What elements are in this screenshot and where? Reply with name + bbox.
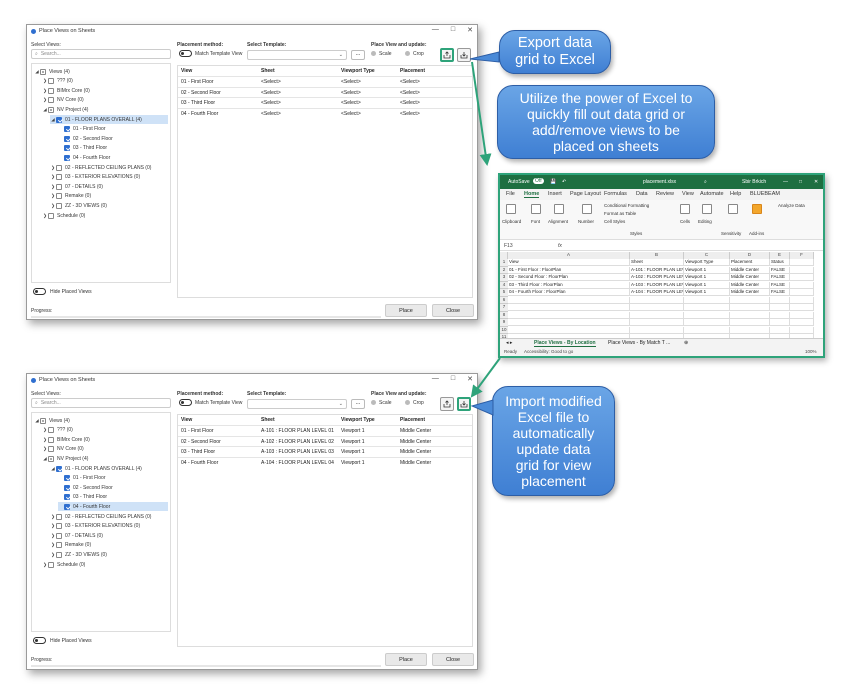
arrow-to-excel [471, 61, 492, 166]
flow-arrows [469, 51, 501, 416]
import-callout-pointer [470, 399, 494, 416]
arrow-from-excel [470, 357, 501, 398]
export-callout-pointer [469, 51, 500, 63]
